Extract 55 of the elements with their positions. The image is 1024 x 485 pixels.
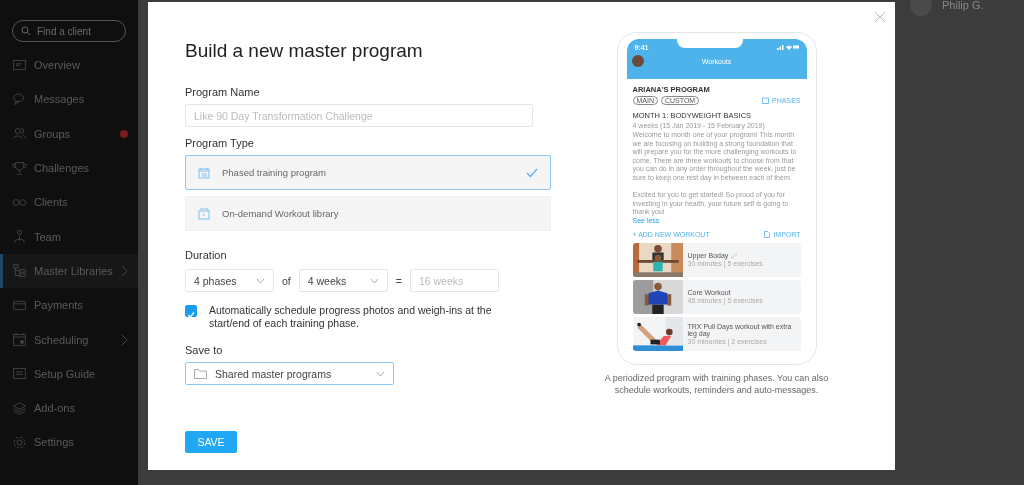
calendar-icon xyxy=(198,166,210,179)
menu-item-icon xyxy=(12,263,27,279)
folder-icon xyxy=(198,207,210,220)
checkbox[interactable] xyxy=(185,305,197,317)
menu-item-icon xyxy=(12,366,27,382)
search-icon xyxy=(21,26,31,36)
menu-item-icon xyxy=(12,332,27,347)
save-button[interactable]: SAVE xyxy=(185,431,237,453)
phases-dropdown[interactable]: 4 phases xyxy=(185,269,274,292)
menu-item-icon xyxy=(12,400,27,416)
document-icon xyxy=(764,230,771,238)
sidebar-item[interactable]: Clients xyxy=(0,185,138,220)
checkmark-icon xyxy=(526,167,538,178)
menu-item-icon xyxy=(12,160,27,176)
folder-icon xyxy=(194,368,207,379)
avatar[interactable] xyxy=(631,55,644,67)
user-name: Philip G. xyxy=(942,0,984,11)
sidebar-item[interactable]: Master Libraries xyxy=(0,253,138,289)
weeks-dropdown[interactable]: 4 weeks xyxy=(298,269,388,292)
sidebar-item[interactable]: Setup Guide xyxy=(0,356,138,391)
phone-notch xyxy=(676,39,743,48)
menu-item-icon xyxy=(12,229,27,245)
sidebar-item[interactable]: Add-ons xyxy=(0,390,138,426)
save-to-dropdown[interactable]: Shared master programs xyxy=(185,362,394,385)
program-type-option[interactable]: On-demand Workout library xyxy=(185,196,551,231)
calendar-icon xyxy=(762,97,770,104)
program-type-option[interactable]: Phased training program xyxy=(185,155,551,190)
field-label: Program Name xyxy=(185,86,261,98)
sidebar-item[interactable]: Overview xyxy=(0,48,138,83)
checkmark-icon xyxy=(186,310,196,320)
field-label: Save to xyxy=(185,344,224,356)
sidebar-item[interactable]: Challenges xyxy=(0,150,138,186)
menu-item-icon xyxy=(12,126,27,142)
of-label: of xyxy=(282,274,291,287)
menu-item-icon xyxy=(12,91,27,107)
preview-caption: A periodized program with training phases. You can also schedule workouts, reminders and auto-messages. xyxy=(603,371,830,396)
sidebar-item[interactable]: Groups xyxy=(0,116,138,151)
sidebar-item[interactable]: Scheduling xyxy=(0,322,138,357)
field-label: Program Type xyxy=(185,137,255,149)
status-icons xyxy=(776,44,799,50)
equals-sign: = xyxy=(395,274,402,287)
chevron-down-icon xyxy=(376,370,385,377)
sidebar-item[interactable]: Messages xyxy=(0,82,138,117)
sidebar-item[interactable]: Payments xyxy=(0,288,138,323)
sidebar-item[interactable]: Team xyxy=(0,219,138,254)
menu-item-icon xyxy=(12,57,27,73)
checkbox-label: Automatically schedule progress photos and weigh-ins at the start/end of each training phase. xyxy=(209,304,493,330)
menu-item-icon xyxy=(12,434,27,450)
sidebar-item[interactable]: Settings xyxy=(0,425,138,460)
close-icon[interactable] xyxy=(874,11,886,23)
program-name-field[interactable]: Like 90 Day Transformation Challenge xyxy=(185,104,533,127)
field-label: Duration xyxy=(185,249,228,261)
chevron-down-icon xyxy=(369,277,379,284)
chevron-down-icon xyxy=(256,277,265,284)
modal-title: Build a new master program xyxy=(185,40,424,62)
